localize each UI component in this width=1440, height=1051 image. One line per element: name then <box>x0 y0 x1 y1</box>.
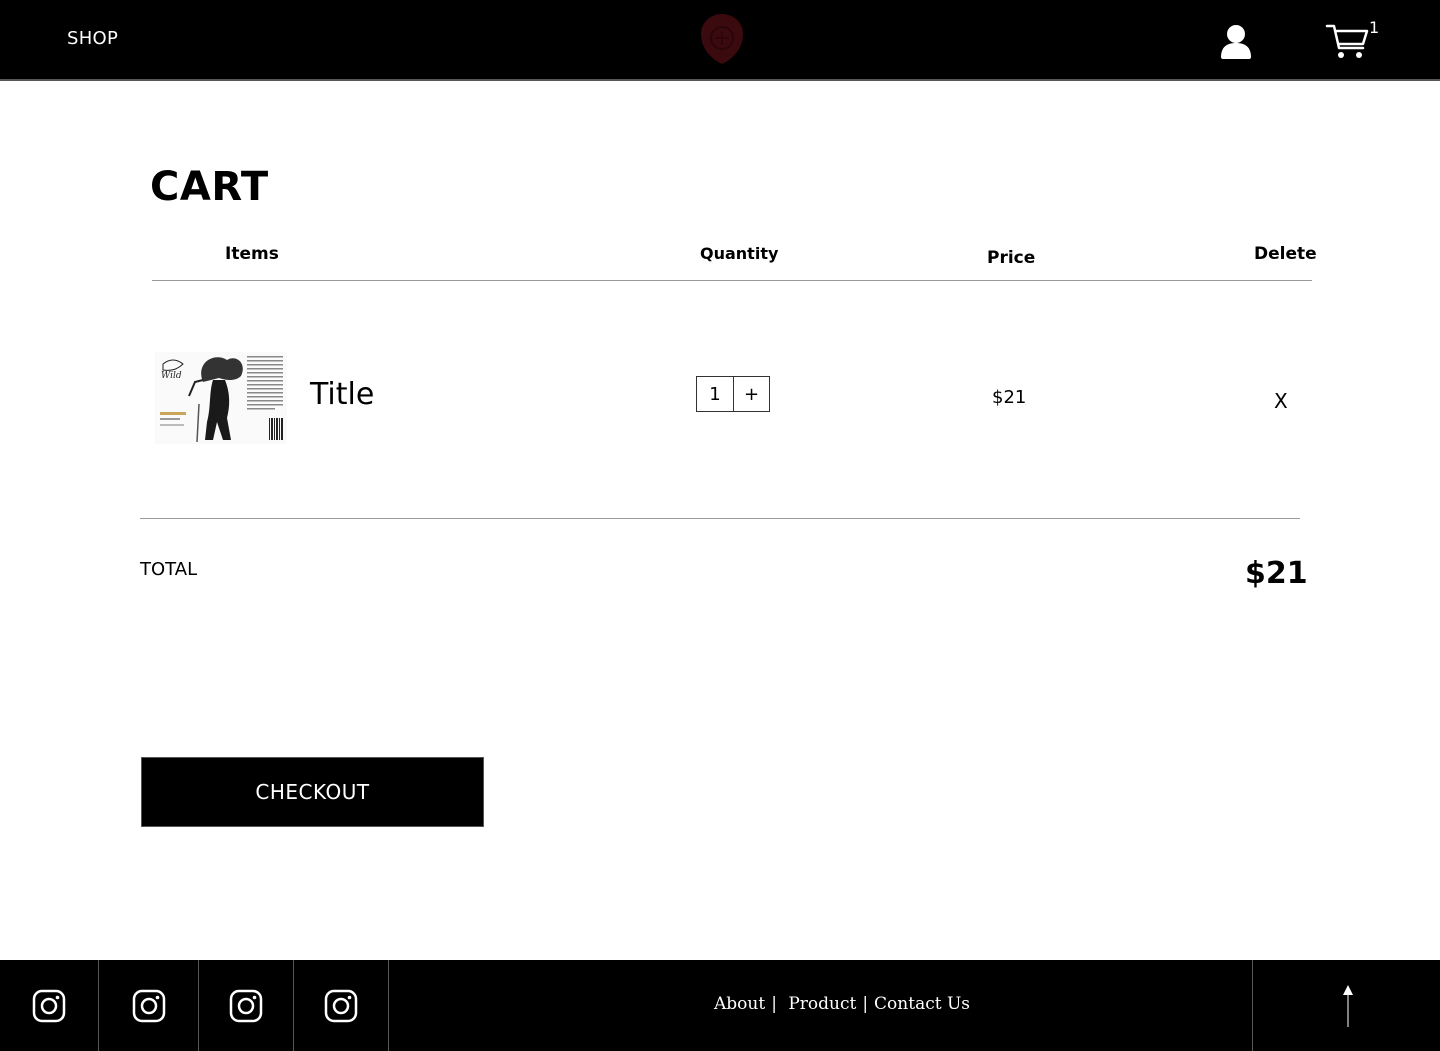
product-image[interactable]: Wild <box>155 352 287 444</box>
footer-link-contact[interactable]: Contact Us <box>874 994 970 1014</box>
checkout-button[interactable]: CHECKOUT <box>141 757 484 827</box>
quantity-input[interactable] <box>697 377 734 411</box>
instagram-icon <box>229 989 263 1022</box>
total-value: $21 <box>1245 556 1308 591</box>
product-title[interactable]: Title <box>310 377 374 412</box>
column-header-delete: Delete <box>1254 244 1317 264</box>
svg-text:Wild: Wild <box>161 371 182 381</box>
site-footer: About | Product | Contact Us <box>0 960 1440 1051</box>
user-icon[interactable] <box>1219 23 1253 59</box>
arrow-up-icon[interactable] <box>1341 985 1355 1027</box>
page-title: CART <box>150 164 269 210</box>
footer-separator: | <box>862 994 869 1014</box>
item-price: $21 <box>992 387 1027 408</box>
social-link-2[interactable] <box>99 960 199 1051</box>
cart-count-badge: 1 <box>1369 18 1380 37</box>
column-header-price: Price <box>987 248 1036 268</box>
delete-item-button[interactable]: X <box>1274 389 1288 413</box>
shield-logo[interactable] <box>699 12 745 66</box>
footer-nav: About | Product | Contact Us <box>714 994 970 1014</box>
shopping-cart-icon[interactable] <box>1325 22 1369 60</box>
total-label: TOTAL <box>140 559 198 580</box>
header-divider <box>152 280 1312 281</box>
social-link-4[interactable] <box>294 960 389 1051</box>
quantity-stepper: + <box>696 376 770 412</box>
column-header-quantity: Quantity <box>700 244 779 263</box>
instagram-icon <box>132 989 165 1022</box>
footer-link-product[interactable]: Product <box>788 994 856 1014</box>
column-header-items: Items <box>225 244 279 264</box>
back-to-top-cell <box>1252 960 1440 1051</box>
social-link-3[interactable] <box>199 960 294 1051</box>
instagram-icon <box>324 989 358 1022</box>
shop-link[interactable]: SHOP <box>67 28 118 49</box>
footer-separator: | <box>771 994 777 1014</box>
increment-button[interactable]: + <box>734 377 769 411</box>
site-header: SHOP 1 <box>0 0 1440 81</box>
total-divider <box>140 518 1300 519</box>
instagram-icon <box>32 989 66 1022</box>
social-link-1[interactable] <box>0 960 99 1051</box>
footer-link-about[interactable]: About <box>714 994 765 1014</box>
